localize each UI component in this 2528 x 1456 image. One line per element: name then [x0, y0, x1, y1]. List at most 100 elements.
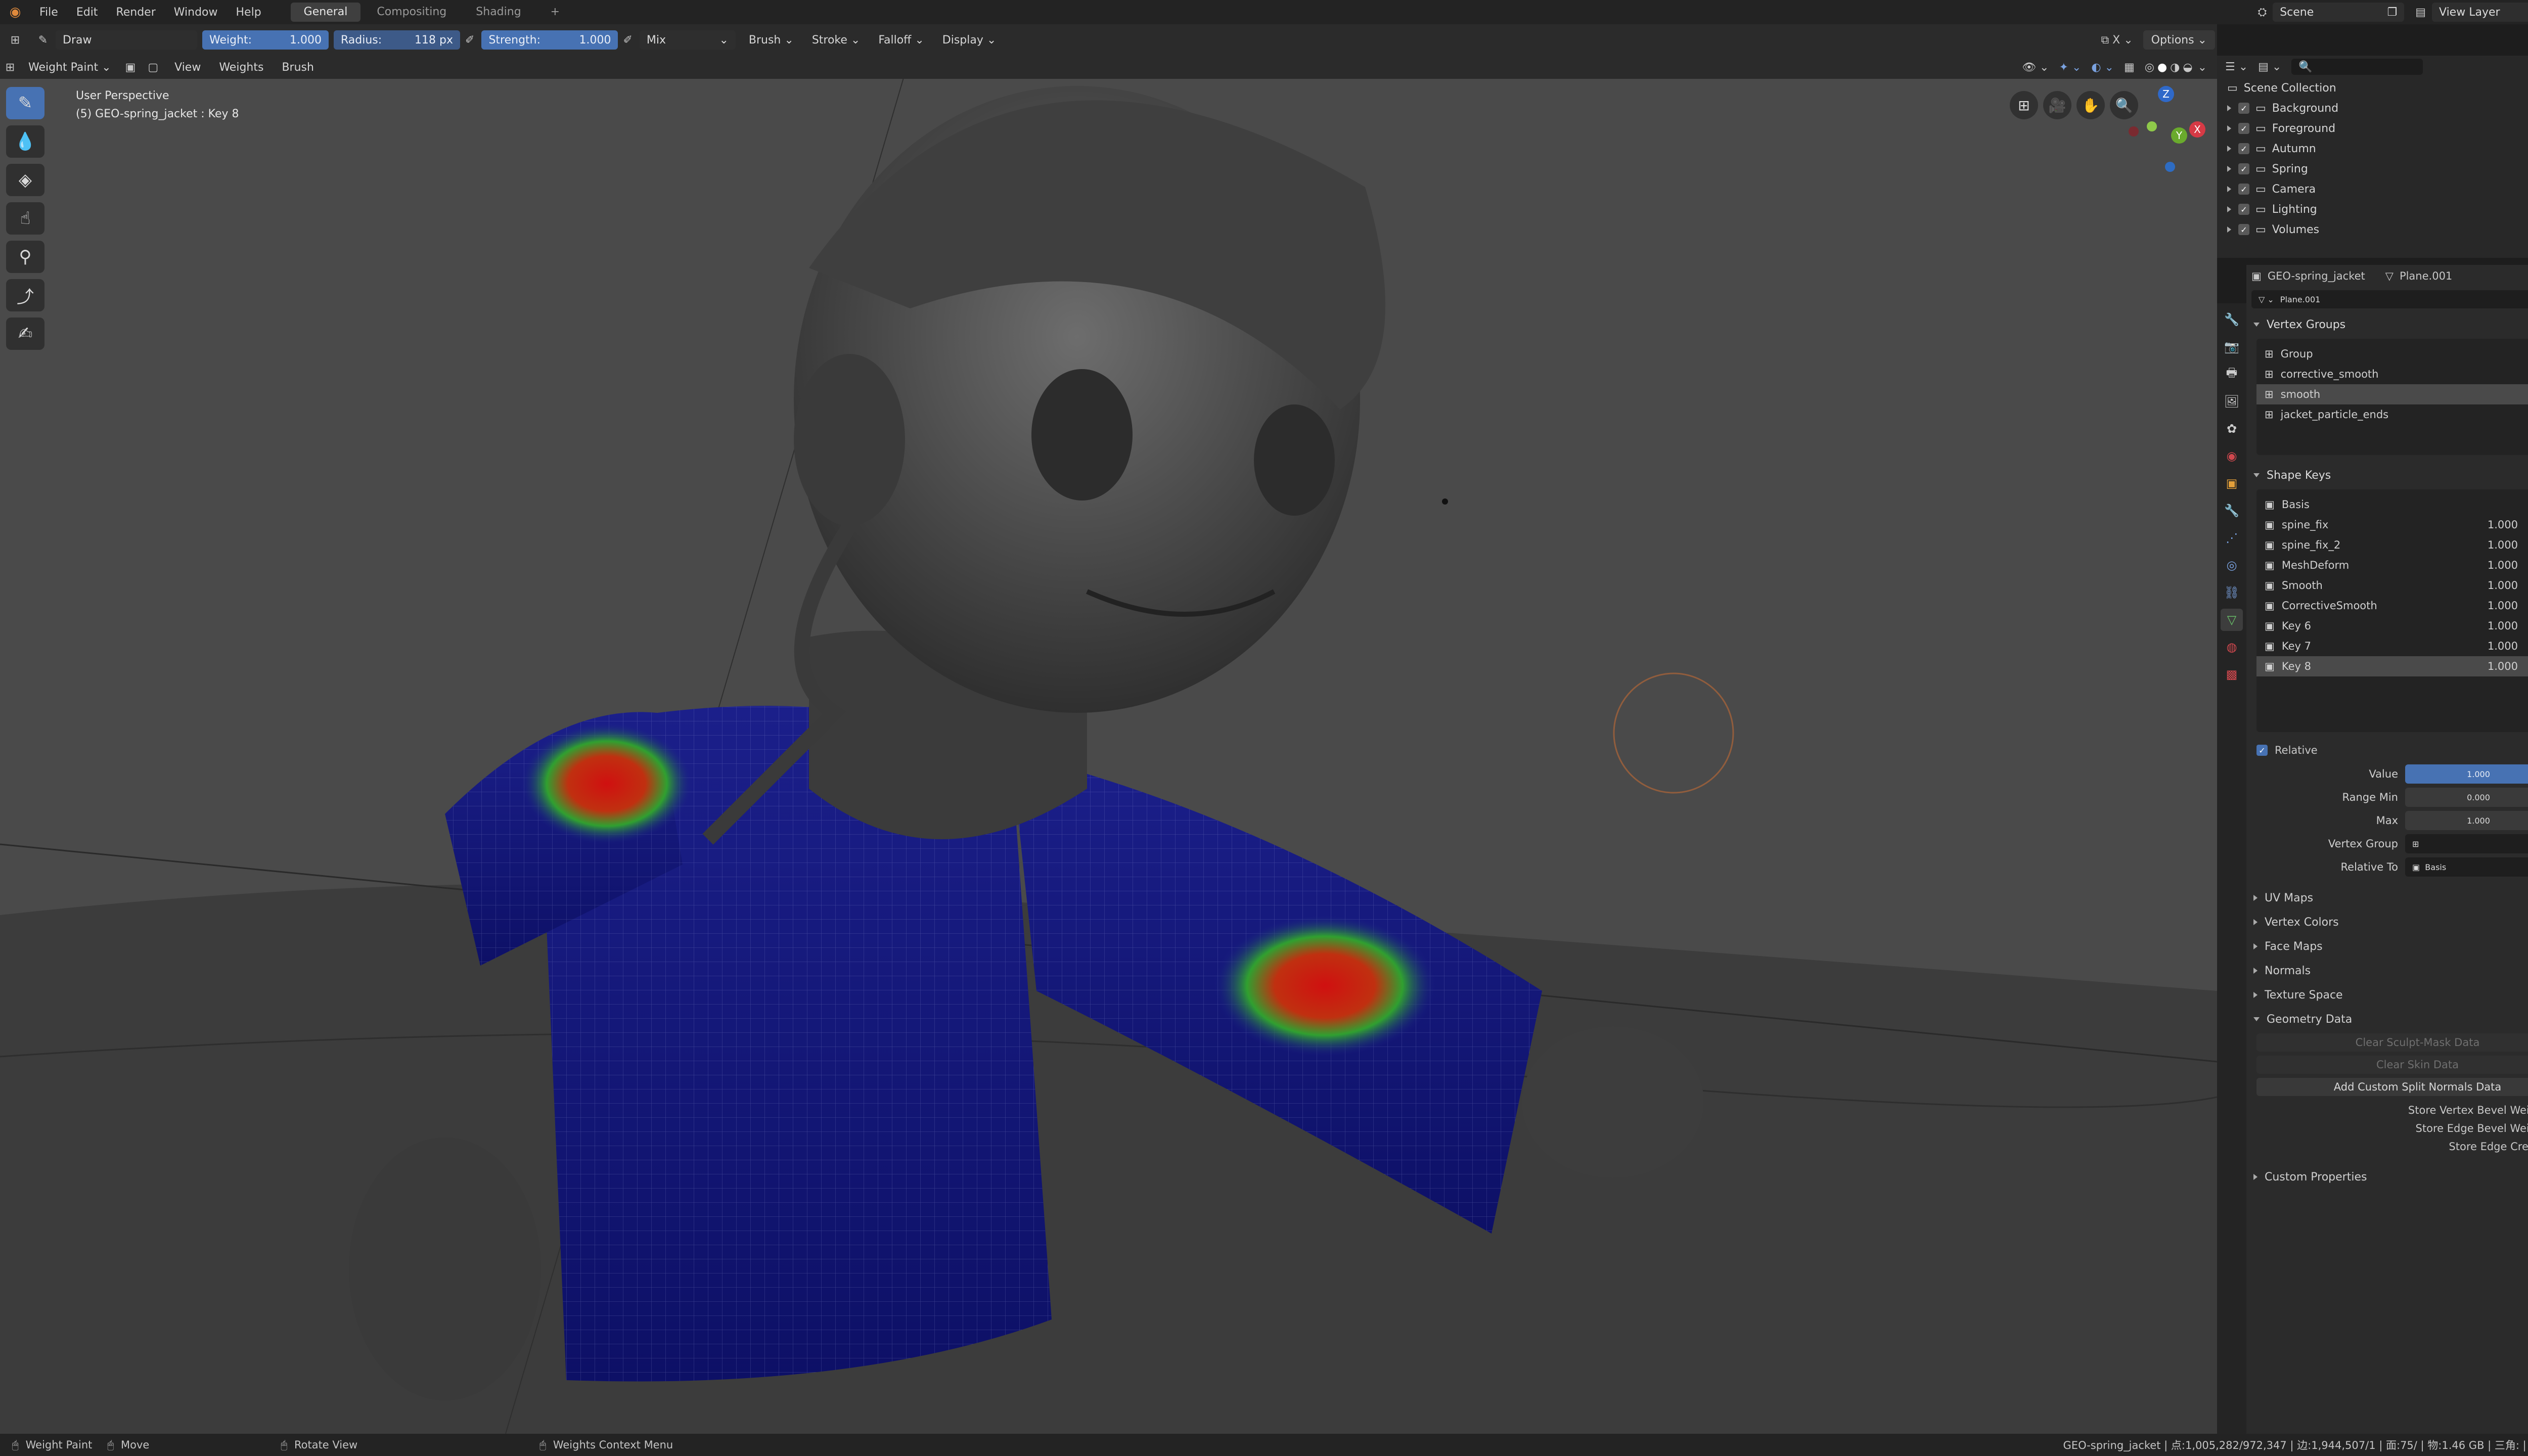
view-layer-selector[interactable]: View Layer❐ [2432, 3, 2528, 22]
expand-icon[interactable] [2227, 186, 2231, 192]
options-menu[interactable]: Options ⌄ [2143, 30, 2215, 50]
custom-properties-panel-header[interactable]: Custom Properties [2246, 1165, 2528, 1189]
hand-pan-icon[interactable]: ✋ [2076, 91, 2105, 119]
shape-key-value[interactable]: 1.000 [2488, 559, 2518, 571]
shape-key-item[interactable]: ▣Key 61.000✓ [2256, 616, 2528, 636]
collapsed-panel-header[interactable]: Vertex Colors [2253, 910, 2528, 934]
menu-render[interactable]: Render [107, 6, 164, 19]
falloff-menu[interactable]: Falloff ⌄ [870, 30, 932, 50]
visibility-icon[interactable]: 👁 ⌄ [2022, 61, 2049, 74]
relative-to-field[interactable]: ▣ Basis [2405, 857, 2528, 877]
collapsed-panel-header[interactable]: Normals [2253, 959, 2528, 983]
vertex-group-item[interactable]: ⊞corrective_smooth🔓 [2256, 364, 2528, 384]
collection-checkbox[interactable]: ✓ [2238, 163, 2249, 174]
menu-help[interactable]: Help [227, 6, 270, 19]
clear-sculpt-mask-button[interactable]: Clear Sculpt-Mask Data [2256, 1033, 2528, 1052]
display-mode-icon[interactable]: ▤ ⌄ [2258, 61, 2281, 73]
particles-tab-icon[interactable]: ⋰ [2221, 527, 2243, 549]
outliner-collection-row[interactable]: ✓▭Lighting👁 [2217, 199, 2528, 219]
shape-key-item[interactable]: ▣spine_fix_21.000✓ [2256, 535, 2528, 555]
rendered-shading-icon[interactable]: ◒ [2183, 61, 2192, 74]
add-workspace-button[interactable]: + [537, 3, 573, 22]
shape-key-item[interactable]: ▣MeshDeform1.000✓ [2256, 555, 2528, 575]
outliner-search-input[interactable]: 🔍 [2291, 59, 2423, 75]
outliner-collection-row[interactable]: ✓▭Spring👁 [2217, 159, 2528, 179]
shape-key-item[interactable]: ▣Key 81.000✓ [2256, 656, 2528, 676]
3d-viewport[interactable]: ✎ 💧 ◈ ☝ ⚲ ⤴ ✍ User Perspective (5) GEO-s… [0, 56, 2217, 1434]
data-tab-icon[interactable]: ▽ [2221, 609, 2243, 631]
gradient-tool[interactable]: ⤴ [6, 279, 44, 311]
tab-shading[interactable]: Shading [463, 3, 534, 22]
shape-key-value[interactable]: 1.000 [2488, 660, 2518, 672]
expand-icon[interactable] [2227, 166, 2231, 172]
modifier-tab-icon[interactable]: 🔧 [2221, 499, 2243, 522]
collection-checkbox[interactable]: ✓ [2238, 224, 2249, 235]
pressure-icon[interactable]: ✐ [623, 34, 632, 47]
collapsed-panel-header[interactable]: UV Maps [2253, 886, 2528, 910]
paint-mask-icon[interactable]: ▣ [125, 61, 136, 74]
copy-icon[interactable]: ❐ [2387, 6, 2397, 19]
solid-shading-icon[interactable]: ● [2157, 61, 2167, 74]
symmetry-icon[interactable]: ⧉ X ⌄ [2101, 34, 2133, 47]
material-shading-icon[interactable]: ◑ [2170, 61, 2180, 74]
tool-tab-icon[interactable]: 🔧 [2221, 308, 2243, 331]
shape-keys-panel-header[interactable]: Shape Keys [2246, 464, 2528, 486]
scene-tab-icon[interactable]: ✿ [2221, 418, 2243, 440]
collection-checkbox[interactable]: ✓ [2238, 204, 2249, 215]
expand-icon[interactable] [2227, 146, 2231, 152]
brush-menu[interactable]: Brush ⌄ [741, 30, 802, 50]
editor-type-icon[interactable]: ⊞ [0, 34, 30, 47]
vertex-mask-icon[interactable]: ▢ [148, 61, 158, 74]
menu-window[interactable]: Window [165, 6, 227, 19]
blender-logo-icon[interactable]: ◉ [0, 5, 30, 20]
constraints-tab-icon[interactable]: ⛓ [2221, 581, 2243, 604]
relative-checkbox[interactable]: ✓ [2256, 745, 2268, 756]
view-menu[interactable]: View [166, 58, 209, 77]
stroke-menu[interactable]: Stroke ⌄ [804, 30, 869, 50]
expand-icon[interactable] [2227, 125, 2231, 131]
annotate-tool[interactable]: ✍ [6, 317, 44, 350]
view-layer-tab-icon[interactable]: 🖼 [2221, 390, 2243, 413]
display-menu[interactable]: Display ⌄ [934, 30, 1005, 50]
object-tab-icon[interactable]: ▣ [2221, 472, 2243, 494]
outliner-editor-icon[interactable]: ☰ ⌄ [2225, 61, 2248, 73]
brush-menu-viewport[interactable]: Brush [274, 58, 322, 77]
blend-mode-dropdown[interactable]: Mix ⌄ [639, 30, 736, 50]
shape-key-item[interactable]: ▣Basis✓ [2256, 494, 2528, 515]
menu-file[interactable]: File [30, 6, 67, 19]
zoom-icon[interactable]: 🔍 [2110, 91, 2138, 119]
shape-key-value[interactable]: 1.000 [2488, 579, 2518, 592]
outliner-collection-row[interactable]: ✓▭Foreground👁 [2217, 118, 2528, 139]
shape-key-value[interactable]: 1.000 [2488, 640, 2518, 652]
shape-key-value[interactable]: 1.000 [2488, 519, 2518, 531]
outliner-collection-row[interactable]: ✓▭Autumn👁 [2217, 139, 2528, 159]
shape-key-item[interactable]: ▣Smooth1.000✓ [2256, 575, 2528, 596]
toggle-camera-view-icon[interactable]: ⊞ [2010, 91, 2038, 119]
outliner-collection-row[interactable]: ✓▭Volumes👁 [2217, 219, 2528, 240]
radius-slider[interactable]: Radius: 118 px [334, 30, 460, 50]
outliner-collection-row[interactable]: ✓▭Background👁 [2217, 98, 2528, 118]
wireframe-shading-icon[interactable]: ◎ [2145, 61, 2154, 74]
blur-tool[interactable]: 💧 [6, 125, 44, 158]
clear-skin-data-button[interactable]: Clear Skin Data [2256, 1056, 2528, 1074]
vertex-group-item[interactable]: ⊞Group🔓 [2256, 344, 2528, 364]
expand-icon[interactable] [2227, 226, 2231, 233]
brush-selector[interactable]: Draw [56, 30, 197, 50]
brush-icon[interactable]: ✎ [30, 34, 56, 47]
geometry-data-panel-header[interactable]: Geometry Data [2246, 1007, 2528, 1031]
shape-key-value[interactable]: 1.000 [2488, 600, 2518, 612]
weight-slider[interactable]: Weight: 1.000 [202, 30, 329, 50]
xray-toggle-icon[interactable]: ▦ [2124, 61, 2135, 74]
shading-options-icon[interactable]: ⌄ [2198, 61, 2207, 74]
value-slider[interactable]: 1.000 [2405, 764, 2528, 784]
outliner-collection-row[interactable]: ✓▭Camera👁 [2217, 179, 2528, 199]
texture-tab-icon[interactable]: ▩ [2221, 663, 2243, 686]
gizmo-toggle-icon[interactable]: ✦ ⌄ [2059, 61, 2081, 74]
render-tab-icon[interactable]: 📷 [2221, 336, 2243, 358]
expand-icon[interactable] [2227, 206, 2231, 212]
shape-key-item[interactable]: ▣spine_fix1.000✓ [2256, 515, 2528, 535]
collapsed-panel-header[interactable]: Face Maps [2253, 934, 2528, 959]
gizmo-neg-z[interactable] [2165, 162, 2175, 172]
sample-weight-tool[interactable]: ⚲ [6, 241, 44, 273]
collection-checkbox[interactable]: ✓ [2238, 184, 2249, 195]
